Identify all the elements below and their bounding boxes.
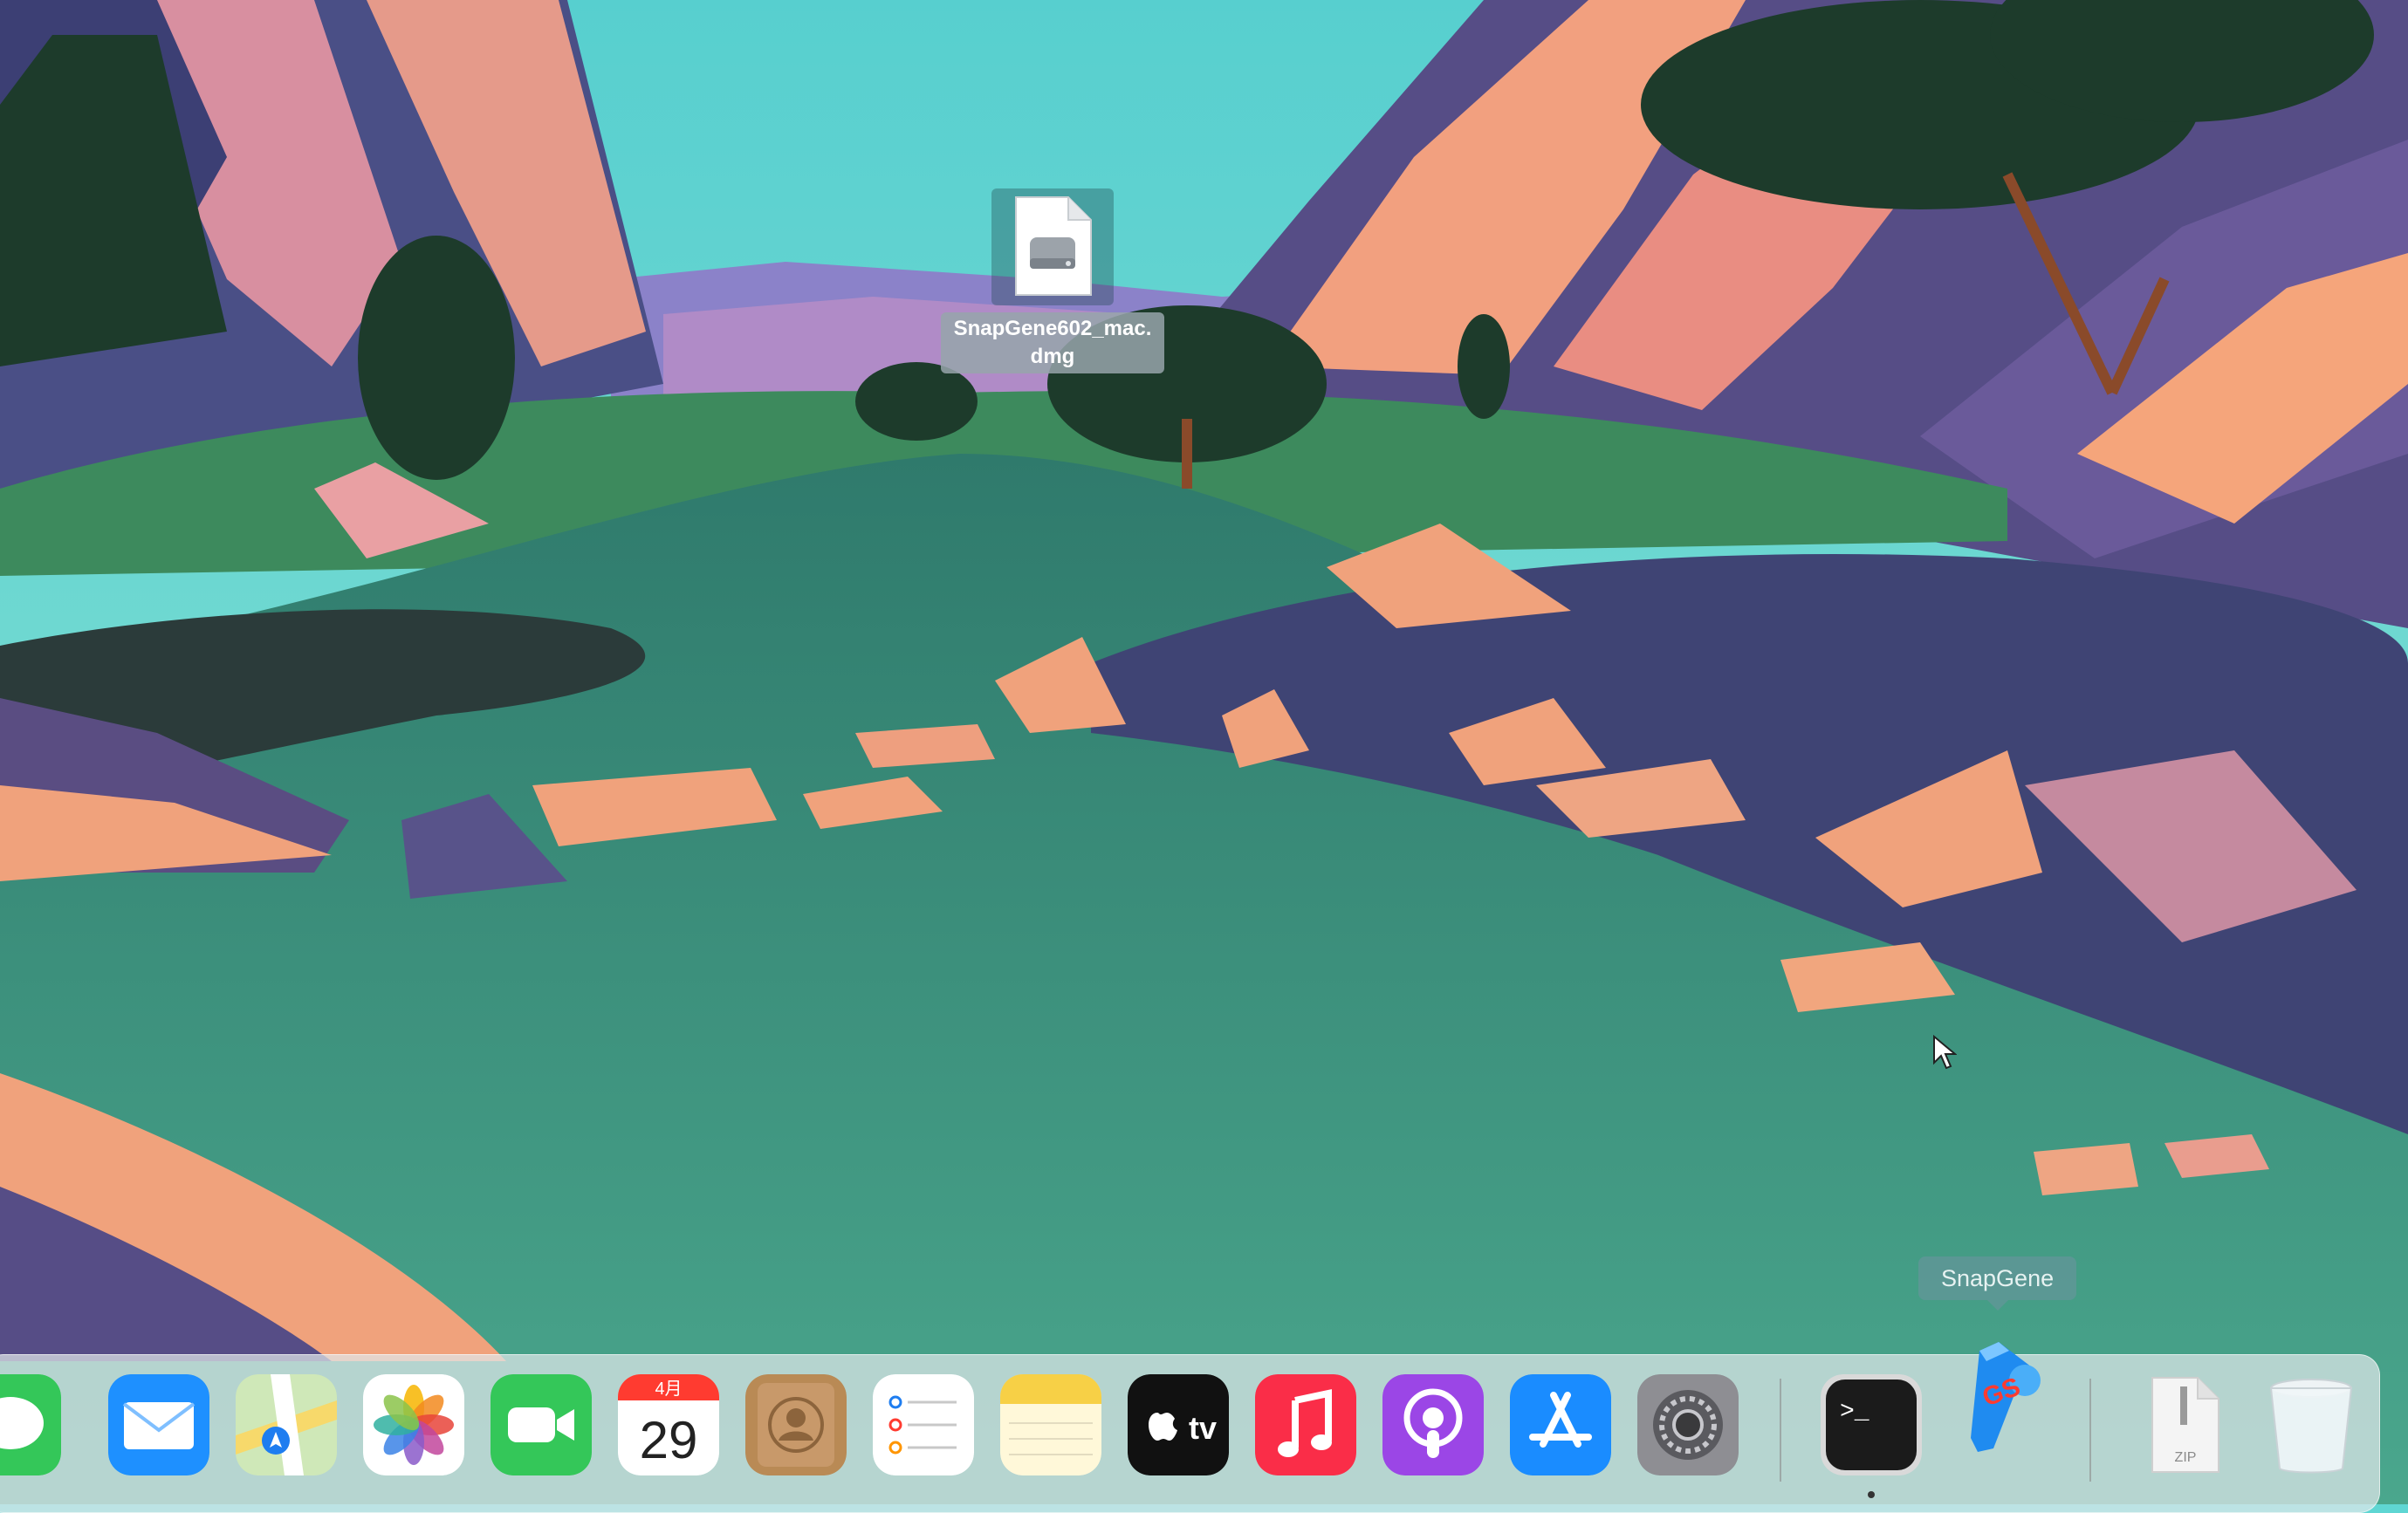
mail-icon (108, 1374, 209, 1475)
terminal-icon: >_ (1821, 1374, 1922, 1475)
dock-app-zip-archive[interactable]: ZIP (2133, 1374, 2234, 1475)
dock-app-snapgene[interactable]: GS (1948, 1335, 2049, 1457)
mouse-cursor-icon (1933, 1035, 1957, 1070)
app-store-icon (1510, 1374, 1611, 1475)
trash-icon (2269, 1379, 2353, 1474)
dock-app-photos[interactable] (363, 1374, 464, 1475)
desktop-file-snapgene-dmg[interactable]: SnapGene602_mac.dmg (939, 188, 1166, 373)
podcasts-icon (1382, 1374, 1484, 1475)
disk-image-icon (991, 188, 1114, 305)
music-icon (1255, 1374, 1356, 1475)
facetime-icon (491, 1374, 592, 1475)
dock-app-reminders[interactable] (873, 1374, 974, 1475)
contacts-icon (745, 1374, 847, 1475)
running-indicator (1868, 1491, 1875, 1498)
apple-tv-icon: tv (1128, 1374, 1229, 1475)
dock-app-podcasts[interactable] (1382, 1374, 1484, 1475)
dock-app-mail[interactable] (108, 1374, 209, 1475)
tv-label: tv (1189, 1410, 1217, 1446)
dock-separator (2089, 1379, 2091, 1482)
dock-app-app-store[interactable] (1510, 1374, 1611, 1475)
dock-separator (1780, 1379, 1781, 1482)
calendar-icon: 4月 29 (618, 1374, 719, 1475)
dock-app-maps[interactable] (236, 1374, 337, 1475)
dock-app-facetime[interactable] (491, 1374, 592, 1475)
dock-app-tv[interactable]: tv (1128, 1374, 1229, 1475)
dock-app-calendar[interactable]: 4月 29 (618, 1374, 719, 1475)
dock-app-notes[interactable] (1000, 1374, 1101, 1475)
zip-label: ZIP (2175, 1450, 2197, 1465)
maps-icon (236, 1374, 337, 1475)
notes-icon (1000, 1374, 1101, 1475)
dock-tooltip: SnapGene (1918, 1256, 2077, 1311)
dock-app-contacts[interactable] (745, 1374, 847, 1475)
dock-app-trash[interactable] (2261, 1374, 2362, 1475)
terminal-prompt: >_ (1840, 1399, 1869, 1426)
snapgene-icon: GS (1971, 1342, 2041, 1452)
system-preferences-icon (1637, 1374, 1739, 1475)
photos-icon (363, 1374, 464, 1475)
zip-archive-icon: ZIP (2151, 1377, 2219, 1473)
messages-icon (0, 1374, 61, 1475)
calendar-month: 4月 (655, 1380, 682, 1399)
dock-app-messages[interactable] (0, 1374, 61, 1475)
desktop[interactable]: SnapGene602_mac.dmg SnapGene (0, 0, 2408, 1504)
reminders-icon (873, 1374, 974, 1475)
dock-app-system-preferences[interactable] (1637, 1374, 1739, 1475)
dock-app-terminal[interactable]: >_ (1821, 1374, 1922, 1475)
calendar-day: 29 (640, 1411, 698, 1469)
dock-app-music[interactable] (1255, 1374, 1356, 1475)
desktop-file-label: SnapGene602_mac.dmg (941, 312, 1164, 373)
